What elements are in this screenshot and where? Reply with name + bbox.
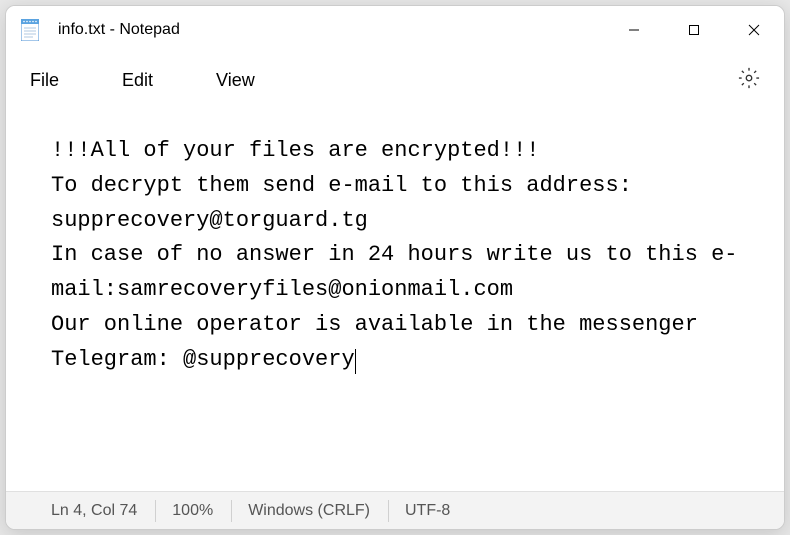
- text-line: In case of no answer in 24 hours write u…: [51, 242, 738, 302]
- divider: [388, 500, 389, 522]
- encoding: UTF-8: [405, 502, 468, 520]
- cursor-position: Ln 4, Col 74: [51, 502, 155, 520]
- maximize-button[interactable]: [664, 6, 724, 54]
- menu-view[interactable]: View: [212, 64, 259, 97]
- close-button[interactable]: [724, 6, 784, 54]
- zoom-level[interactable]: 100%: [172, 502, 231, 520]
- text-line: !!!All of your files are encrypted!!!: [51, 138, 539, 163]
- text-line: Our online operator is available in the …: [51, 312, 711, 372]
- notepad-icon: [20, 18, 40, 42]
- divider: [231, 500, 232, 522]
- window-title: info.txt - Notepad: [58, 21, 604, 39]
- menubar: File Edit View: [6, 54, 784, 106]
- window-controls: [604, 6, 784, 54]
- line-ending: Windows (CRLF): [248, 502, 388, 520]
- text-area[interactable]: !!!All of your files are encrypted!!! To…: [6, 106, 784, 491]
- minimize-button[interactable]: [604, 6, 664, 54]
- menu-edit[interactable]: Edit: [118, 64, 157, 97]
- settings-button[interactable]: [734, 63, 764, 98]
- divider: [155, 500, 156, 522]
- text-line: To decrypt them send e-mail to this addr…: [51, 173, 645, 233]
- notepad-window: info.txt - Notepad File Edit View !!!All…: [5, 5, 785, 530]
- titlebar[interactable]: info.txt - Notepad: [6, 6, 784, 54]
- text-cursor: [355, 349, 356, 374]
- statusbar: Ln 4, Col 74 100% Windows (CRLF) UTF-8: [6, 491, 784, 529]
- menu-file[interactable]: File: [26, 64, 63, 97]
